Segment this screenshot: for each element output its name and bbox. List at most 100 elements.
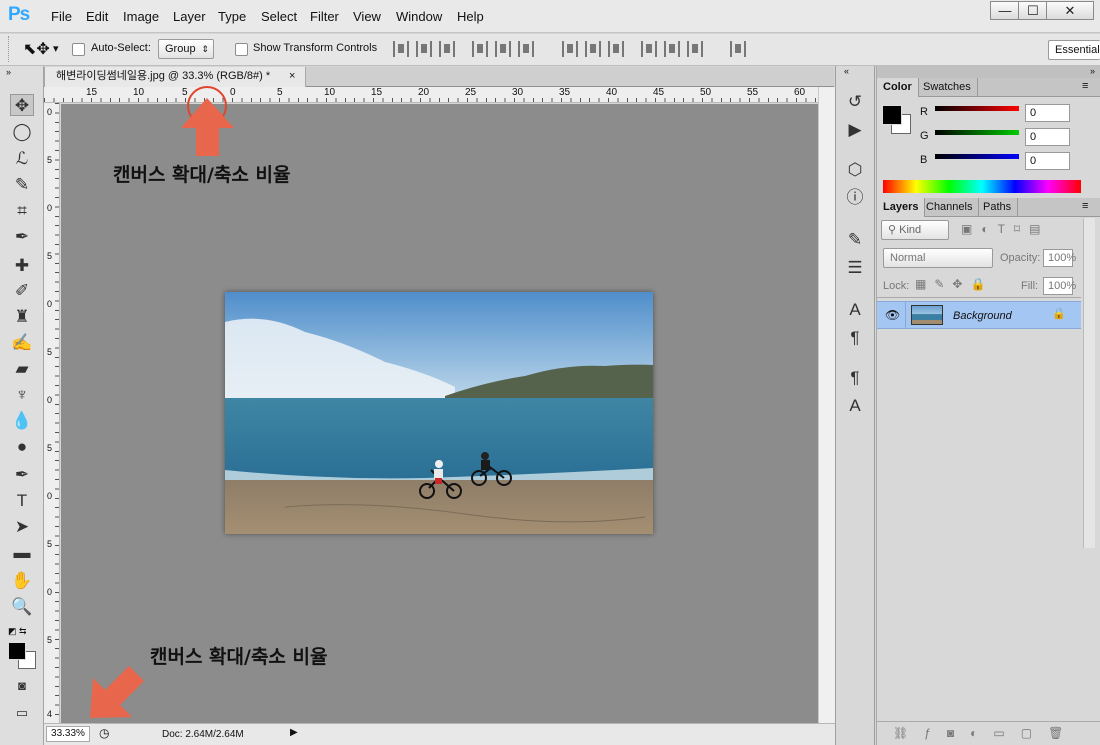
canvas-area[interactable] [61,104,818,723]
eye-icon[interactable]: 👁 [885,308,900,322]
screen-mode-icon[interactable]: ▭ [10,702,34,724]
beach-photo[interactable] [225,292,653,534]
blue-value-field[interactable]: 0 [1025,152,1070,170]
actions-panel-icon[interactable]: ▶ [843,118,867,142]
character-panel-icon[interactable]: A [843,298,867,322]
paragraph-styles-icon[interactable]: ¶ [843,366,867,390]
menu-layer[interactable]: Layer [173,9,206,24]
filter-type-icons[interactable]: ▣◐T⌑▤ [961,222,1049,236]
auto-select-dropdown[interactable]: Group ⇕ [158,39,214,59]
panel-menu-icon[interactable]: ≡ [1082,80,1088,92]
panel-collapse-icon[interactable]: » [877,66,1100,78]
layers-footer-icons[interactable]: ⛓ƒ◙◐▭▢🗑 [877,721,1100,745]
brush-panel-icon[interactable]: ☰ [843,256,867,280]
fill-field[interactable]: 100% [1043,277,1076,295]
rectangle-icon[interactable]: ▬ [10,542,34,564]
tab-swatches[interactable]: Swatches [917,78,978,97]
quick-mask-icon[interactable]: ◙ [10,675,34,697]
type-tool-icon[interactable]: T [10,490,34,512]
transform-controls-checkbox[interactable] [235,43,248,56]
layers-menu-icon[interactable]: ≡ [1082,200,1088,212]
brush-presets-icon[interactable]: ✎ [843,228,867,252]
document-tab[interactable]: 해변라이딩썸네일용.jpg @ 33.3% (RGB/8#) * × [44,67,306,87]
hand-icon[interactable]: ✋ [10,570,34,592]
distribute-hcenter-icon[interactable] [664,41,680,57]
red-slider[interactable] [935,106,1019,111]
close-window-button[interactable]: ✕ [1046,1,1094,20]
distribute-top-icon[interactable] [562,41,578,57]
status-menu-icon[interactable]: ◷ [99,726,109,740]
zoom-icon[interactable]: 🔍 [10,596,34,618]
quick-select-icon[interactable]: ✎ [10,174,34,196]
pen-icon[interactable]: ✒ [10,464,34,486]
distribute-bottom-icon[interactable] [608,41,624,57]
distribute-right-icon[interactable] [687,41,703,57]
menu-view[interactable]: View [353,9,381,24]
menu-type[interactable]: Type [218,9,246,24]
tab-layers[interactable]: Layers [877,198,926,217]
eyedropper-icon[interactable]: ✒ [10,226,34,248]
history-brush-icon[interactable]: ✍ [10,332,34,354]
zoom-level-field[interactable]: 33.33% [46,726,90,742]
swap-colors-icon[interactable]: ◩ ⇆ [8,626,27,637]
play-icon[interactable]: ▶ [290,727,298,738]
clone-stamp-icon[interactable]: ♜ [10,306,34,328]
eraser-icon[interactable]: ▰ [10,358,34,380]
path-select-icon[interactable]: ➤ [10,516,34,538]
tab-channels[interactable]: Channels [920,198,980,217]
collapse-icon[interactable]: » [6,67,11,77]
opacity-field[interactable]: 100% [1043,249,1076,267]
paragraph-panel-icon[interactable]: ¶ [843,326,867,350]
workspace-switcher[interactable]: Essential [1048,40,1100,60]
layer-row-background[interactable]: 👁 Background 🔒 [877,301,1081,329]
lock-icons[interactable]: ▦✎✥🔒 [915,277,993,291]
auto-select-checkbox[interactable] [72,43,85,56]
foreground-color-swatch[interactable] [8,642,26,660]
blend-mode-dropdown[interactable]: Normal [883,248,993,268]
3d-panel-icon[interactable]: ⬡ [843,158,867,182]
align-hcenter-icon[interactable] [495,41,511,57]
character-styles-icon[interactable]: A [843,394,867,418]
menu-window[interactable]: Window [396,9,442,24]
tab-paths[interactable]: Paths [977,198,1019,217]
dodge-icon[interactable]: ● [10,436,34,458]
minimize-button[interactable]: — [990,1,1020,20]
menu-help[interactable]: Help [457,9,484,24]
maximize-button[interactable]: ☐ [1018,1,1048,20]
marquee-icon[interactable]: ◯ [10,121,34,143]
layer-name[interactable]: Background [953,310,1012,322]
green-slider[interactable] [935,130,1019,135]
menu-filter[interactable]: Filter [310,9,339,24]
blur-icon[interactable]: 💧 [10,410,34,432]
kind-filter-dropdown[interactable]: ⚲ Kind [881,220,949,240]
auto-align-icon[interactable] [730,41,746,57]
red-value-field[interactable]: 0 [1025,104,1070,122]
info-panel-icon[interactable]: ⓘ [843,186,867,210]
crop-icon[interactable]: ⌗ [10,200,34,222]
align-bottom-icon[interactable] [439,41,455,57]
tab-color[interactable]: Color [877,78,919,97]
chevron-down-icon[interactable]: ▾ [53,42,59,55]
paint-bucket-icon[interactable]: ♆ [10,384,34,406]
blue-slider[interactable] [935,154,1019,159]
layers-scrollbar[interactable] [1083,218,1095,548]
green-value-field[interactable]: 0 [1025,128,1070,146]
color-spectrum[interactable] [883,180,1081,193]
menu-image[interactable]: Image [123,9,159,24]
align-top-icon[interactable] [393,41,409,57]
close-tab-icon[interactable]: × [289,67,295,86]
menu-edit[interactable]: Edit [86,9,108,24]
color-fg-swatch[interactable] [882,105,902,125]
lasso-icon[interactable]: ℒ [10,148,34,170]
menu-file[interactable]: File [51,9,72,24]
brush-icon[interactable]: ✐ [10,280,34,302]
distribute-vcenter-icon[interactable] [585,41,601,57]
menu-select[interactable]: Select [261,9,297,24]
move-tool-icon[interactable]: ✥ [10,94,34,116]
healing-brush-icon[interactable]: ✚ [10,255,34,277]
vertical-scrollbar[interactable] [818,87,835,723]
distribute-left-icon[interactable] [641,41,657,57]
align-right-icon[interactable] [518,41,534,57]
move-tool-icon[interactable]: ⬉✥ [23,39,50,59]
dock-collapse-icon[interactable]: « [844,66,849,76]
